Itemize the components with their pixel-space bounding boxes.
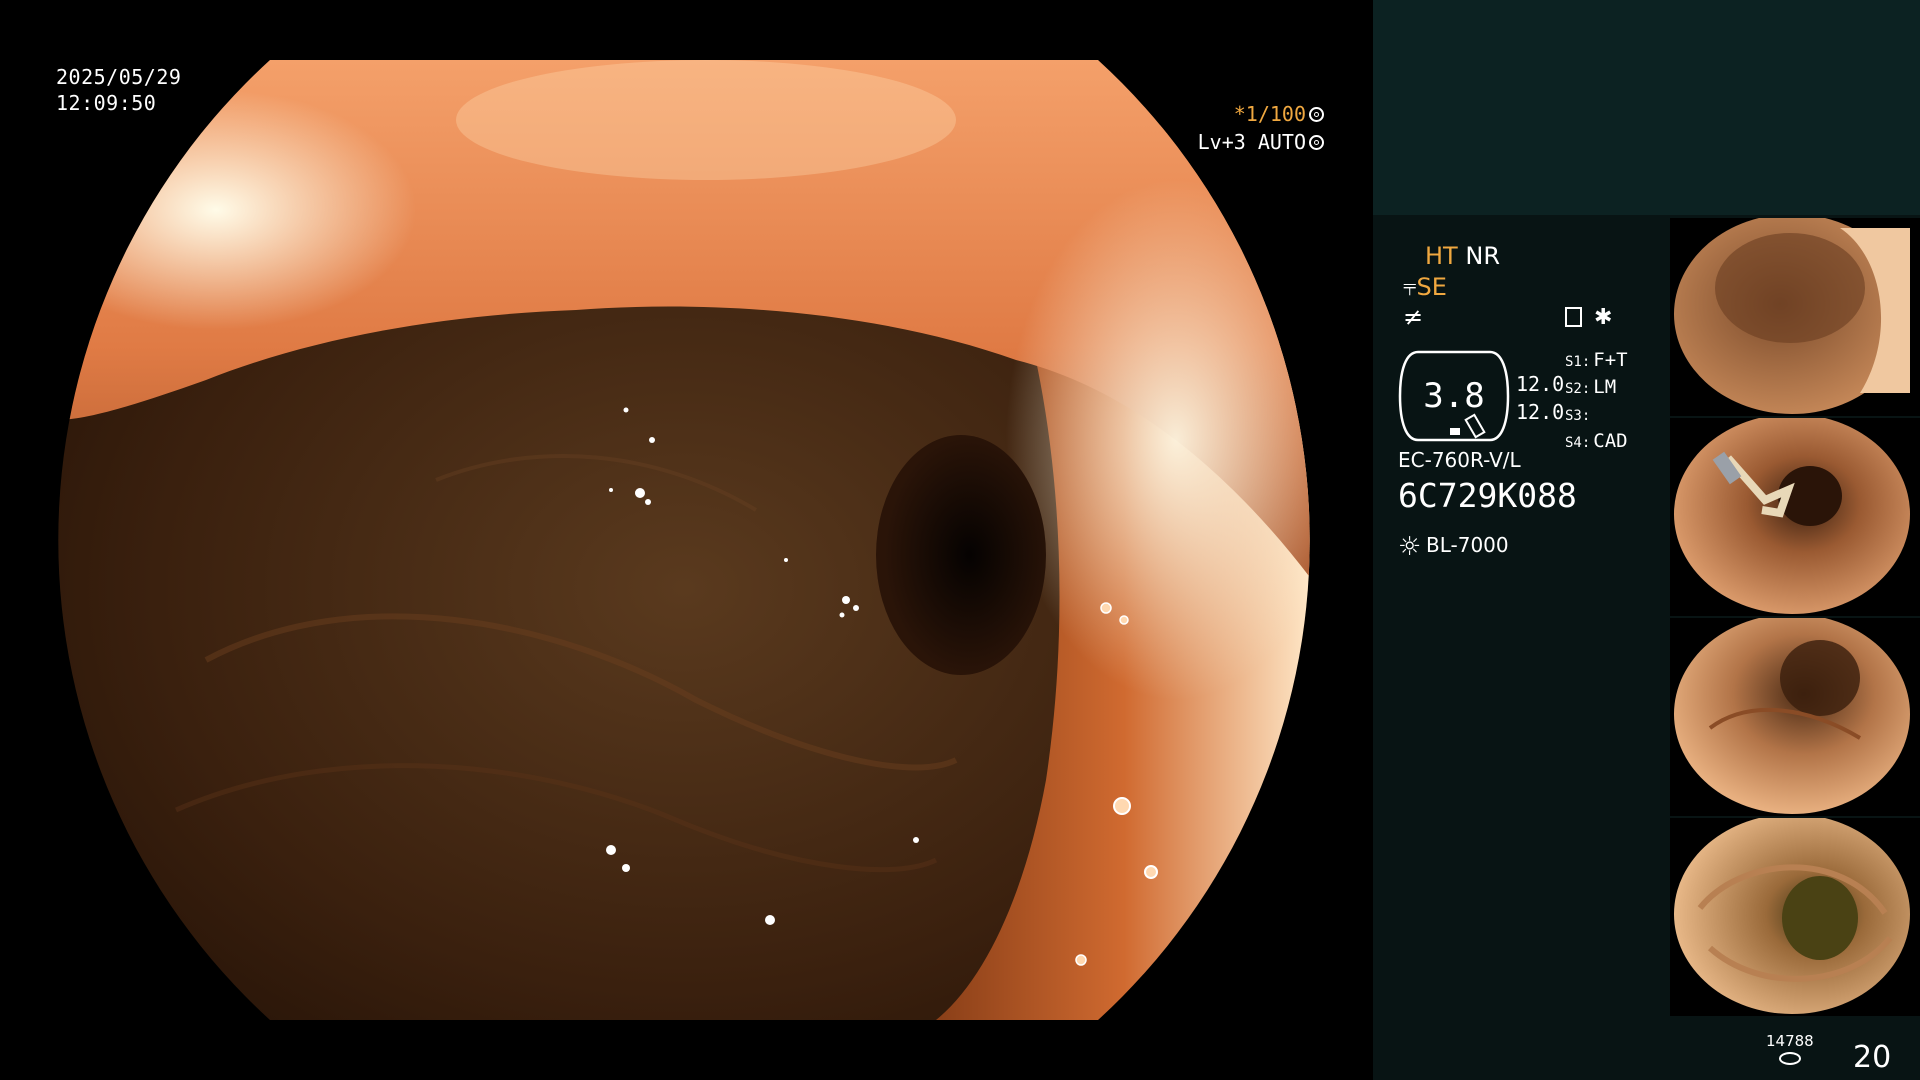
- image-counter-small: 14788: [1766, 1032, 1814, 1065]
- exposure-readout: *1/100 Lv+3 AUTO: [1198, 100, 1324, 156]
- focus-icon: ≠: [1403, 303, 1424, 331]
- side-panel: HT NR ⫧SE ≠ ✱ 3.8 12.0 12.0 S1: F+T S2: LM…: [1373, 0, 1920, 1080]
- shutter-row: *1/100: [1198, 100, 1324, 128]
- image-counter-big: 20: [1853, 1040, 1892, 1075]
- iris-mode-text: AUTO: [1257, 130, 1306, 154]
- switch-item: S2: LM: [1565, 376, 1617, 398]
- switch-item: S4: CAD: [1565, 430, 1628, 452]
- zoom-numbers: 12.0 12.0: [1516, 370, 1564, 426]
- recording-icon: [1565, 307, 1582, 327]
- date-text: 2025/05/29: [56, 65, 182, 89]
- storage-disk-icon: [1778, 1052, 1801, 1065]
- record-icons: ✱: [1565, 305, 1612, 330]
- light-source-icon: ☼: [1398, 532, 1422, 562]
- switch-item: S1: F+T: [1565, 349, 1628, 371]
- light-source-text: BL-7000: [1426, 533, 1509, 557]
- asterisk-icon: ✱: [1594, 305, 1613, 330]
- zoom-number-2: 12.0: [1516, 400, 1565, 424]
- light-source-row: ☼ BL-7000: [1398, 532, 1509, 562]
- se-row: ⫧SE: [1403, 273, 1447, 301]
- iris-row: Lv+3 AUTO: [1198, 128, 1324, 156]
- thumbnail-3[interactable]: [1670, 618, 1920, 816]
- iris-icon: [1309, 135, 1324, 150]
- nr-indicator: NR: [1465, 242, 1500, 270]
- thumbnail-4[interactable]: [1670, 818, 1920, 1016]
- scope-serial: 6C729K088: [1398, 476, 1577, 515]
- endoscope-view: 2025/05/29 12:09:50 *1/100 Lv+3 AUTO: [0, 0, 1372, 1080]
- enhancement-row: HT NR: [1425, 242, 1500, 270]
- endoscopy-image: [56, 60, 1312, 1020]
- time-text: 12:09:50: [56, 91, 157, 115]
- ht-indicator: HT: [1425, 242, 1458, 270]
- se-indicator: SE: [1416, 273, 1447, 301]
- scope-model: EC-760R-V/L: [1398, 448, 1521, 472]
- side-panel-top-area: [1373, 0, 1920, 215]
- date-time-readout: 2025/05/29 12:09:50: [56, 64, 181, 116]
- level-text: Lv+3: [1197, 130, 1246, 154]
- scope-switch-list: S1: F+T S2: LM S3: S4: CAD: [1565, 348, 1628, 456]
- image-count-small-text: 14788: [1766, 1032, 1814, 1050]
- zoom-number-1: 12.0: [1516, 372, 1565, 396]
- shutter-icon: [1309, 107, 1324, 122]
- shutter-speed-text: *1/100: [1233, 102, 1306, 126]
- thumbnail-1[interactable]: [1670, 218, 1920, 416]
- thumbnail-2[interactable]: [1670, 418, 1920, 616]
- switch-item: S3:: [1565, 408, 1591, 424]
- zoom-value: 3.8: [1423, 376, 1485, 416]
- se-mode-icon: ⫧: [1403, 273, 1417, 301]
